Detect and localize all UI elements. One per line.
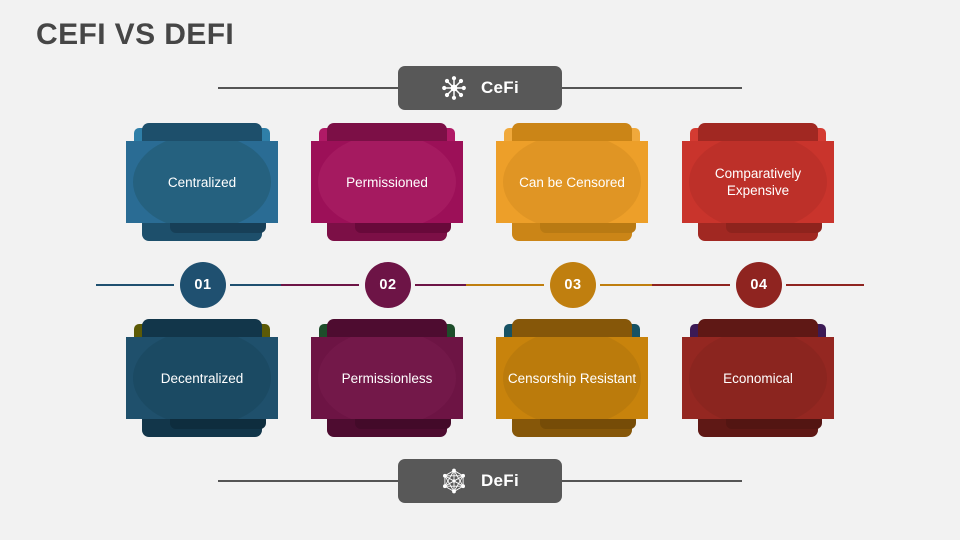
step-marker-2: 02	[281, 262, 493, 308]
step-number-badge[interactable]: 02	[365, 262, 411, 308]
card-label: Economical	[723, 370, 793, 386]
defi-card-4[interactable]: Economical	[682, 314, 834, 442]
defi-footer-row: DeFi	[0, 459, 960, 503]
card-label: Censorship Resistant	[507, 370, 637, 386]
page-title: CEFI VS DEFI	[36, 18, 235, 51]
cefi-header-row: CeFi	[0, 66, 960, 110]
cefi-badge-label: CeFi	[480, 78, 520, 97]
step-line-right	[786, 284, 864, 286]
defi-line-right	[560, 480, 742, 482]
card-label: Permissionless	[341, 370, 433, 386]
cefi-card-4[interactable]: Comparatively Expensive	[682, 118, 834, 246]
card-label: Decentralized	[160, 370, 244, 386]
cefi-line-left	[218, 87, 400, 89]
step-marker-4: 04	[652, 262, 864, 308]
cefi-card-3[interactable]: Can be Censored	[496, 118, 648, 246]
defi-card-3[interactable]: Censorship Resistant	[496, 314, 648, 442]
defi-badge-label: DeFi	[480, 471, 520, 490]
step-line-left	[652, 284, 730, 286]
card-label: Comparatively Expensive	[714, 166, 802, 198]
step-line-left	[466, 284, 544, 286]
centralized-network-icon	[441, 75, 467, 101]
cefi-badge[interactable]: CeFi	[398, 66, 562, 110]
defi-badge[interactable]: DeFi	[398, 459, 562, 503]
defi-card-2[interactable]: Permissionless	[311, 314, 463, 442]
step-marker-3: 03	[466, 262, 678, 308]
slide-canvas: CEFI VS DEFI CeFi DeFi Centralized 01 De…	[0, 0, 960, 540]
card-label: Can be Censored	[519, 174, 625, 190]
step-line-left	[96, 284, 174, 286]
step-marker-1: 01	[96, 262, 308, 308]
cefi-card-1[interactable]: Centralized	[126, 118, 278, 246]
cefi-line-right	[560, 87, 742, 89]
card-label: Permissioned	[346, 174, 428, 190]
defi-card-1[interactable]: Decentralized	[126, 314, 278, 442]
step-number-badge[interactable]: 03	[550, 262, 596, 308]
defi-line-left	[218, 480, 400, 482]
card-label: Centralized	[167, 174, 237, 190]
step-number-badge[interactable]: 01	[180, 262, 226, 308]
distributed-network-icon	[441, 468, 467, 494]
step-number-badge[interactable]: 04	[736, 262, 782, 308]
cefi-card-2[interactable]: Permissioned	[311, 118, 463, 246]
step-line-left	[281, 284, 359, 286]
